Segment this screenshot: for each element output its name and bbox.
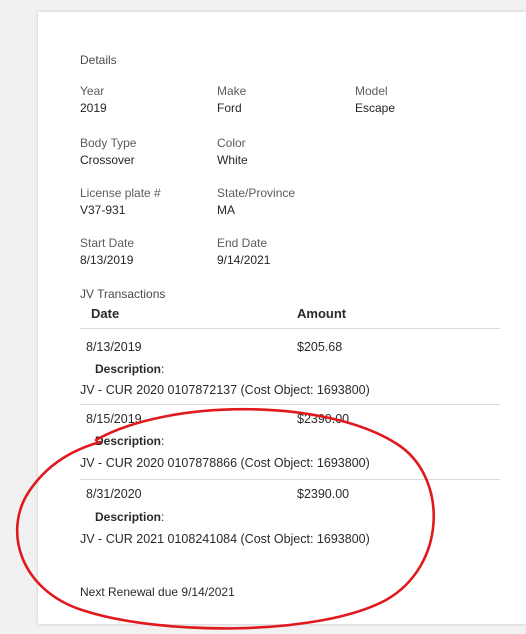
transaction-date: 8/31/2020	[86, 487, 142, 501]
license-plate-label: License plate #	[80, 186, 161, 200]
start-date-value: 8/13/2019	[80, 253, 134, 267]
make-value: Ford	[217, 101, 242, 115]
amount-column-header: Amount	[297, 306, 347, 321]
end-date-label: End Date	[217, 236, 268, 250]
license-plate-value: V37-931	[80, 203, 126, 217]
body-type-value: Crossover	[80, 153, 135, 167]
body-type-label: Body Type	[80, 136, 137, 150]
jv-transactions-title: JV Transactions	[80, 287, 166, 301]
description-label: Description:	[95, 510, 165, 524]
description-label: Description:	[95, 362, 165, 376]
description-label: Description:	[95, 434, 165, 448]
transaction-amount: $2390.00	[297, 487, 350, 501]
state-province-value: MA	[217, 203, 235, 217]
next-renewal-text: Next Renewal due 9/14/2021	[80, 585, 235, 599]
transaction-description: JV - CUR 2021 0108241084 (Cost Object: 1…	[80, 532, 370, 546]
state-province-label: State/Province	[217, 186, 296, 200]
header-divider	[80, 328, 500, 329]
make-label: Make	[217, 84, 247, 98]
start-date-label: Start Date	[80, 236, 135, 250]
transaction-amount: $2390.00	[297, 412, 350, 426]
transaction-date: 8/15/2019	[86, 412, 142, 426]
end-date-value: 9/14/2021	[217, 253, 271, 267]
row-divider	[80, 479, 500, 480]
transaction-date: 8/13/2019	[86, 340, 142, 354]
date-column-header: Date	[91, 306, 120, 321]
details-title: Details	[80, 53, 117, 67]
model-label: Model	[355, 84, 388, 98]
transaction-description: JV - CUR 2020 0107878866 (Cost Object: 1…	[80, 456, 370, 470]
year-value: 2019	[80, 101, 107, 115]
color-label: Color	[217, 136, 246, 150]
transaction-amount: $205.68	[297, 340, 343, 354]
transaction-description: JV - CUR 2020 0107872137 (Cost Object: 1…	[80, 383, 370, 397]
color-value: White	[217, 153, 248, 167]
model-value: Escape	[355, 101, 396, 115]
row-divider	[80, 404, 500, 405]
year-label: Year	[80, 84, 105, 98]
